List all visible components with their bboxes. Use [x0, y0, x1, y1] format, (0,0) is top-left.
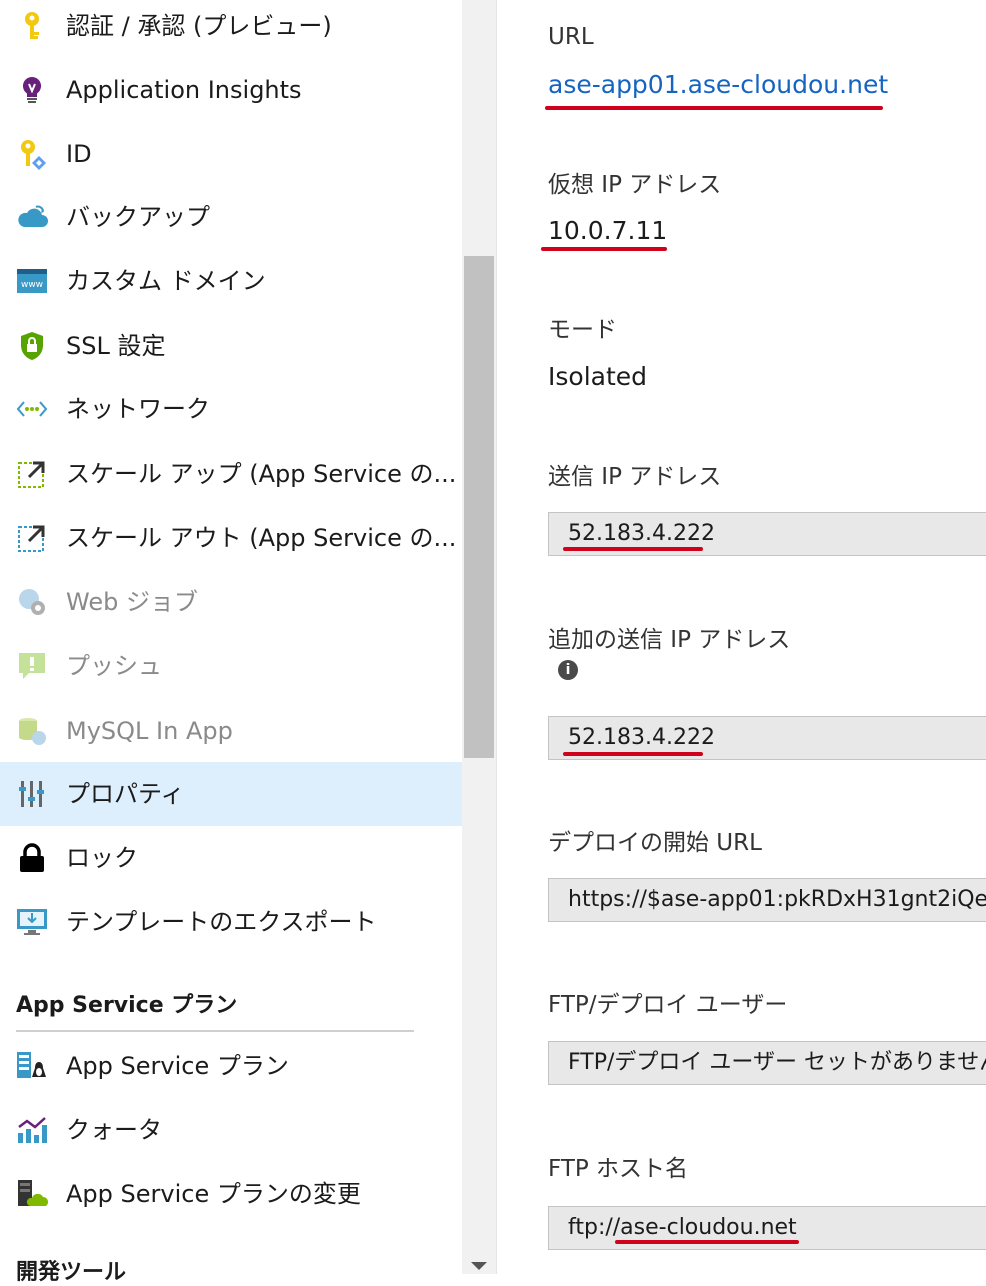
- sidebar-item-webjobs[interactable]: Web ジョブ: [0, 570, 462, 634]
- section-header-dev-tools: 開発ツール: [16, 1260, 127, 1285]
- sidebar-item-label: App Service プランの変更: [66, 1180, 361, 1208]
- sidebar-item-label: プロパティ: [66, 780, 185, 808]
- url-link[interactable]: ase-app01.ase-cloudou.net: [548, 70, 888, 99]
- sidebar-item-label: プッシュ: [66, 652, 162, 680]
- scrollbar-thumb[interactable]: [464, 256, 494, 758]
- sidebar-menu: 認証 / 承認 (プレビュー) Application Insights ID …: [0, 0, 462, 1285]
- deploy-url-label: デプロイの開始 URL: [548, 830, 762, 856]
- url-value[interactable]: ase-app01.ase-cloudou.net: [548, 70, 888, 99]
- annotation-underline: [615, 1240, 799, 1244]
- sidebar-item-lock[interactable]: ロック: [0, 826, 462, 890]
- sidebar-item-label: MySQL In App: [66, 717, 233, 745]
- key-icon: [16, 10, 48, 42]
- lightbulb-icon: [16, 74, 48, 106]
- export-template-icon: [16, 906, 48, 938]
- scale-out-icon: [16, 522, 48, 554]
- app-service-plan-icon: [16, 1050, 48, 1082]
- sidebar-item-label: ネットワーク: [66, 395, 210, 423]
- virtual-ip-label: 仮想 IP アドレス: [548, 172, 722, 198]
- annotation-underline: [563, 752, 703, 756]
- annotation-underline: [541, 247, 667, 251]
- outbound-ip-label: 送信 IP アドレス: [548, 464, 722, 490]
- ftp-user-value: FTP/デプロイ ユーザー セットがありません: [568, 1050, 986, 1075]
- lock-icon: [16, 842, 48, 874]
- sidebar-item-export-template[interactable]: テンプレートのエクスポート: [0, 890, 462, 954]
- url-label: URL: [548, 24, 594, 50]
- sidebar-item-identity[interactable]: ID: [0, 122, 462, 186]
- sidebar-item-app-service-plan[interactable]: App Service プラン: [0, 1034, 462, 1098]
- virtual-ip-value: 10.0.7.11: [548, 216, 668, 245]
- sidebar-item-mysql[interactable]: MySQL In App: [0, 699, 462, 763]
- sidebar-item-auth[interactable]: 認証 / 承認 (プレビュー): [0, 0, 462, 58]
- additional-outbound-ip-label: 追加の送信 IP アドレス: [548, 627, 791, 653]
- info-icon[interactable]: i: [558, 660, 578, 680]
- sidebar-item-custom-domain[interactable]: www カスタム ドメイン: [0, 249, 462, 313]
- sidebar-item-app-insights[interactable]: Application Insights: [0, 58, 462, 122]
- annotation-underline: [563, 547, 703, 551]
- push-icon: [16, 650, 48, 682]
- properties-icon: [16, 778, 48, 810]
- sidebar-item-label: テンプレートのエクスポート: [66, 908, 377, 936]
- mysql-icon: [16, 715, 48, 747]
- sidebar-item-label: スケール アウト (App Service の...: [66, 524, 456, 552]
- webjobs-icon: [16, 586, 48, 618]
- quota-chart-icon: [16, 1114, 48, 1146]
- www-icon: www: [16, 265, 48, 297]
- deploy-url-value: https://$ase-app01:pkRDxH31gnt2iQeK: [568, 887, 986, 912]
- section-divider: [16, 1030, 414, 1032]
- shield-lock-icon: [16, 330, 48, 362]
- scale-up-icon: [16, 458, 48, 490]
- sidebar-item-scale-up[interactable]: スケール アップ (App Service の...: [0, 442, 462, 506]
- sidebar-item-ssl[interactable]: SSL 設定: [0, 314, 462, 378]
- mode-value: Isolated: [548, 362, 648, 391]
- sidebar-item-label: ロック: [66, 844, 138, 872]
- sidebar-scrollbar[interactable]: [462, 0, 497, 1274]
- ftp-host-label: FTP ホスト名: [548, 1156, 689, 1182]
- change-plan-icon: [16, 1178, 48, 1210]
- annotation-underline: [545, 106, 883, 110]
- sidebar-item-scale-out[interactable]: スケール アウト (App Service の...: [0, 506, 462, 570]
- sidebar-item-label: SSL 設定: [66, 332, 166, 360]
- mode-label: モード: [548, 317, 617, 343]
- sidebar-item-change-plan[interactable]: App Service プランの変更: [0, 1162, 462, 1226]
- ftp-user-field[interactable]: FTP/デプロイ ユーザー セットがありません: [548, 1041, 986, 1085]
- deploy-url-field[interactable]: https://$ase-app01:pkRDxH31gnt2iQeK: [548, 878, 986, 922]
- sidebar-item-label: バックアップ: [66, 203, 210, 231]
- cloud-backup-icon: [16, 201, 48, 233]
- svg-text:www: www: [21, 280, 43, 290]
- network-icon: [16, 393, 48, 425]
- ftp-user-label: FTP/デプロイ ユーザー: [548, 992, 788, 1018]
- sidebar-item-network[interactable]: ネットワーク: [0, 377, 462, 441]
- sidebar-item-label: クォータ: [66, 1116, 162, 1144]
- sidebar-item-label: ID: [66, 140, 92, 168]
- sidebar-item-label: Web ジョブ: [66, 588, 198, 616]
- identity-key-icon: [16, 138, 48, 170]
- sidebar-item-push[interactable]: プッシュ: [0, 634, 462, 698]
- sidebar-item-label: スケール アップ (App Service の...: [66, 460, 456, 488]
- sidebar-item-label: Application Insights: [66, 76, 302, 104]
- sidebar-item-label: カスタム ドメイン: [66, 267, 266, 295]
- properties-panel: URL ase-app01.ase-cloudou.net 仮想 IP アドレス…: [497, 0, 986, 1274]
- sidebar-item-quota[interactable]: クォータ: [0, 1098, 462, 1162]
- sidebar-item-properties[interactable]: プロパティ: [0, 762, 462, 826]
- scroll-down-arrow-icon[interactable]: [471, 1262, 487, 1270]
- sidebar-item-backup[interactable]: バックアップ: [0, 185, 462, 249]
- sidebar-item-label: 認証 / 承認 (プレビュー): [66, 12, 332, 40]
- sidebar-item-label: App Service プラン: [66, 1052, 289, 1080]
- section-header-app-service-plan: App Service プラン: [16, 993, 238, 1018]
